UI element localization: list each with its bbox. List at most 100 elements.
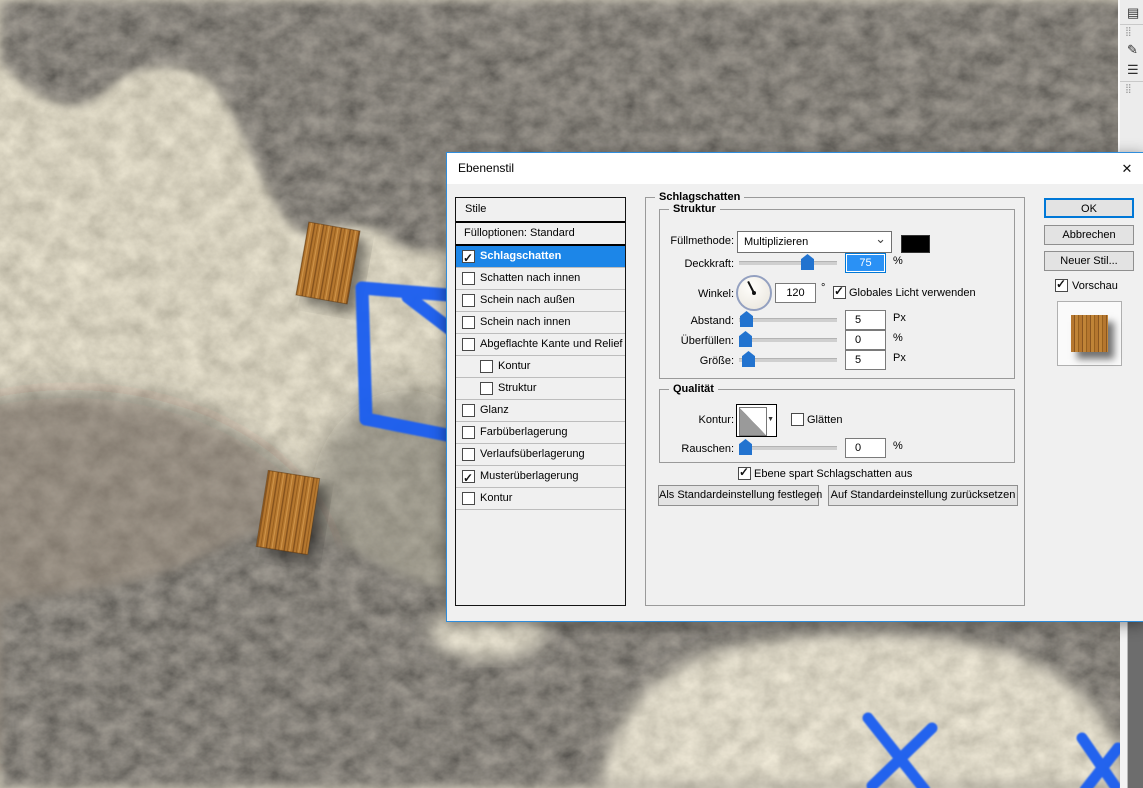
- dock-grip-icon[interactable]: ⣿: [1125, 26, 1132, 36]
- style-row-checkbox[interactable]: [462, 316, 475, 329]
- noise-slider[interactable]: [739, 439, 837, 455]
- spread-input[interactable]: 0: [845, 330, 886, 350]
- style-row-checkbox[interactable]: [462, 492, 475, 505]
- angle-label: Winkel:: [652, 288, 734, 300]
- style-row-schlagschatten[interactable]: Schlagschatten: [456, 246, 625, 268]
- style-row-label: Abgeflachte Kante und Relief: [480, 334, 623, 355]
- drop-shadow-group: Schlagschatten Struktur Füllmethode: Mul…: [645, 197, 1025, 606]
- style-row-schein-nach-außen[interactable]: Schein nach außen: [456, 290, 625, 312]
- contour-arrow-icon: ▼: [767, 416, 774, 423]
- style-row-label: Schein nach außen: [480, 290, 575, 311]
- opacity-unit: %: [893, 255, 903, 267]
- dock-tool-icon[interactable]: ✎: [1127, 43, 1143, 57]
- style-row-label: Schatten nach innen: [480, 268, 580, 289]
- slider-thumb[interactable]: [739, 331, 752, 347]
- style-row-verlaufsüberlagerung[interactable]: Verlaufsüberlagerung: [456, 444, 625, 466]
- style-row-checkbox[interactable]: [462, 294, 475, 307]
- group-title: Schlagschatten: [655, 191, 744, 203]
- panel-dock-bottom[interactable]: [1120, 620, 1143, 788]
- reset-default-button[interactable]: Auf Standardeinstellung zurücksetzen: [828, 485, 1018, 506]
- dock-grip-icon[interactable]: ⣿: [1125, 83, 1132, 93]
- style-row-checkbox[interactable]: [462, 448, 475, 461]
- style-row-musterüberlagerung[interactable]: Musterüberlagerung: [456, 466, 625, 488]
- slider-track: [739, 261, 837, 265]
- slider-thumb[interactable]: [740, 311, 753, 327]
- contour-picker[interactable]: ▼: [736, 404, 777, 437]
- spread-slider[interactable]: [739, 331, 837, 347]
- photoshop-workspace: ▤ ⣿ ✎ ☰ ⣿ Ebenenstil ✕ Stile Fülloptione…: [0, 0, 1143, 788]
- slider-thumb[interactable]: [742, 351, 755, 367]
- style-row-checkbox[interactable]: [462, 338, 475, 351]
- blend-mode-label: Füllmethode:: [652, 235, 734, 247]
- dialog-title: Ebenenstil: [458, 161, 514, 175]
- style-row-checkbox[interactable]: [462, 404, 475, 417]
- style-row-checkbox[interactable]: [462, 272, 475, 285]
- set-default-button[interactable]: Als Standardeinstellung festlegen: [658, 485, 819, 506]
- spread-label: Überfüllen:: [652, 335, 734, 347]
- style-row-fülloptionen-standard[interactable]: Fülloptionen: Standard: [456, 223, 625, 246]
- noise-unit: %: [893, 440, 903, 452]
- size-slider[interactable]: [739, 351, 837, 367]
- opacity-slider[interactable]: [739, 254, 837, 270]
- style-row-kontur[interactable]: Kontur: [456, 356, 625, 378]
- slider-track: [739, 338, 837, 342]
- blend-mode-value: Multiplizieren: [744, 236, 808, 248]
- distance-input[interactable]: 5: [845, 310, 886, 330]
- quality-title: Qualität: [669, 383, 718, 395]
- global-light-checkbox[interactable]: [833, 286, 846, 299]
- angle-input[interactable]: 120: [775, 283, 816, 303]
- dialog-titlebar[interactable]: Ebenenstil: [447, 153, 1143, 184]
- noise-input[interactable]: 0: [845, 438, 886, 458]
- size-input[interactable]: 5: [845, 350, 886, 370]
- slider-thumb[interactable]: [739, 439, 752, 455]
- preview-checkbox[interactable]: [1055, 279, 1068, 292]
- knockout-label: Ebene spart Schlagschatten aus: [754, 468, 912, 480]
- close-icon[interactable]: ✕: [1115, 158, 1139, 180]
- style-row-label: Struktur: [498, 378, 537, 399]
- preview-label: Vorschau: [1072, 280, 1118, 292]
- dock-divider: [1120, 81, 1143, 82]
- knockout-checkbox[interactable]: [738, 467, 751, 480]
- dock-list-icon[interactable]: ☰: [1127, 63, 1143, 77]
- distance-slider[interactable]: [739, 311, 837, 327]
- blend-mode-select[interactable]: Multiplizieren ⌄: [737, 231, 892, 253]
- slider-thumb[interactable]: [801, 254, 814, 270]
- style-row-kontur[interactable]: Kontur: [456, 488, 625, 510]
- slider-track: [739, 446, 837, 450]
- opacity-input[interactable]: 75: [845, 253, 886, 273]
- styles-list: Stile Fülloptionen: StandardSchlagschatt…: [455, 197, 626, 606]
- style-row-label: Kontur: [498, 356, 530, 377]
- dock-divider: [1120, 24, 1143, 25]
- style-row-schatten-nach-innen[interactable]: Schatten nach innen: [456, 268, 625, 290]
- size-label: Größe:: [652, 355, 734, 367]
- style-row-checkbox[interactable]: [480, 382, 493, 395]
- panel-dock-top[interactable]: ▤ ⣿ ✎ ☰ ⣿: [1118, 0, 1143, 152]
- style-row-label: Fülloptionen: Standard: [464, 223, 575, 244]
- chevron-down-icon: ⌄: [875, 229, 886, 249]
- style-row-label: Schlagschatten: [480, 246, 561, 267]
- style-row-abgeflachte-kante-und-relief[interactable]: Abgeflachte Kante und Relief: [456, 334, 625, 356]
- layer-style-dialog: Ebenenstil ✕ Stile Fülloptionen: Standar…: [446, 152, 1143, 622]
- style-row-checkbox[interactable]: [462, 250, 475, 263]
- style-row-checkbox[interactable]: [462, 426, 475, 439]
- angle-dial[interactable]: [736, 275, 772, 311]
- distance-label: Abstand:: [652, 315, 734, 327]
- cancel-button[interactable]: Abbrechen: [1044, 225, 1134, 245]
- style-row-schein-nach-innen[interactable]: Schein nach innen: [456, 312, 625, 334]
- styles-list-header[interactable]: Stile: [456, 198, 625, 223]
- style-row-glanz[interactable]: Glanz: [456, 400, 625, 422]
- ok-button[interactable]: OK: [1044, 198, 1134, 218]
- smooth-checkbox[interactable]: [791, 413, 804, 426]
- style-row-checkbox[interactable]: [462, 470, 475, 483]
- style-row-label: Schein nach innen: [480, 312, 571, 333]
- shadow-color-swatch[interactable]: [901, 235, 930, 253]
- style-row-struktur[interactable]: Struktur: [456, 378, 625, 400]
- quality-group: Qualität Kontur: ▼ Glätten Rauschen: 0 %: [659, 389, 1015, 463]
- style-row-label: Musterüberlagerung: [480, 466, 578, 487]
- style-row-checkbox[interactable]: [480, 360, 493, 373]
- style-row-farbüberlagerung[interactable]: Farbüberlagerung: [456, 422, 625, 444]
- dock-panels-icon[interactable]: ▤: [1127, 6, 1143, 20]
- angle-unit: °: [821, 282, 825, 294]
- new-style-button[interactable]: Neuer Stil...: [1044, 251, 1134, 271]
- slider-track: [739, 318, 837, 322]
